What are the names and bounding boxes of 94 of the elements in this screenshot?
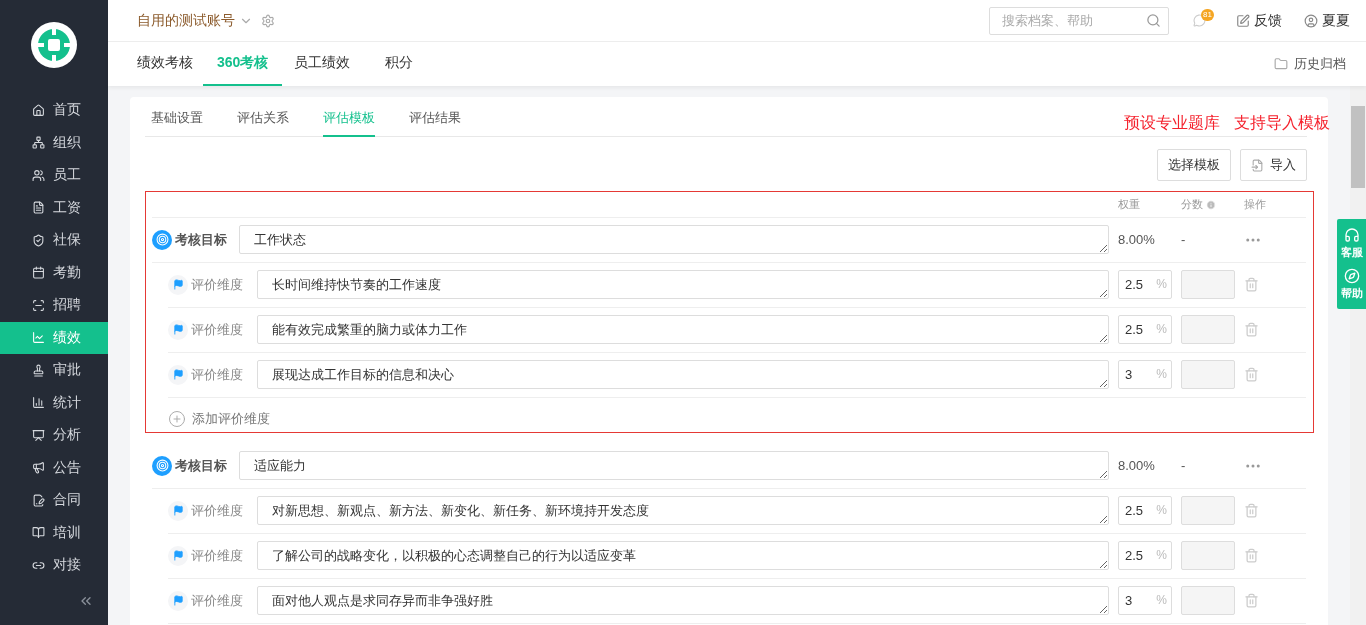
account-name[interactable]: 自用的测试账号: [137, 11, 235, 30]
import-icon: [1251, 158, 1264, 172]
tab[interactable]: 评估关系: [237, 105, 289, 137]
scrollbar-thumb[interactable]: [1351, 106, 1365, 188]
goal-label: 考核目标: [175, 230, 227, 249]
archive-link[interactable]: 历史归档: [1274, 42, 1346, 86]
folder-icon: [1274, 57, 1288, 71]
search-field[interactable]: 搜索档案、帮助: [989, 6, 1170, 35]
dimension-label: 评价维度: [191, 591, 243, 610]
dimension-field[interactable]: 对新思想、新观点、新方法、新变化、新任务、新环境持开发态度: [257, 496, 1109, 525]
sidebar-item-icon: [32, 363, 45, 377]
dimension-label: 评价维度: [191, 320, 243, 339]
tab[interactable]: 基础设置: [151, 105, 203, 137]
dimension-field[interactable]: 能有效完成繁重的脑力或体力工作: [257, 315, 1109, 344]
flag-icon: [168, 545, 188, 566]
sidebar-item[interactable]: 公告: [0, 451, 108, 484]
edit-icon: [1236, 13, 1250, 28]
sidebar-item[interactable]: 组织: [0, 126, 108, 159]
target-icon: [152, 455, 172, 476]
sidebar-item[interactable]: 对接: [0, 549, 108, 582]
user-menu[interactable]: 夏夏: [1304, 11, 1350, 30]
score-text: -: [1181, 458, 1187, 473]
sidebar-item-icon: [32, 168, 45, 182]
sidebar-item-icon: [32, 298, 45, 312]
sidebar-item[interactable]: 考勤: [0, 256, 108, 289]
percent-unit: %: [1156, 548, 1167, 562]
column-header: 权重: [1118, 197, 1141, 212]
dimension-label: 评价维度: [191, 365, 243, 384]
sidebar-item[interactable]: 首页: [0, 94, 108, 127]
sidebar-item[interactable]: 分析: [0, 419, 108, 452]
sidebar-item-icon: [32, 396, 45, 410]
choose-template-button[interactable]: 选择模板: [1157, 149, 1231, 181]
annotation-text: 支持导入模板: [1234, 113, 1330, 133]
sidebar-item[interactable]: 审批: [0, 354, 108, 387]
sidebar-item-icon: [32, 493, 45, 507]
search-icon[interactable]: [1146, 12, 1162, 28]
sidebar-item[interactable]: 统计: [0, 386, 108, 419]
weight-text: 8.00%: [1118, 232, 1156, 247]
goal-field[interactable]: 适应能力: [239, 451, 1109, 480]
flag-icon: [168, 364, 188, 385]
sidebar-item[interactable]: 招聘: [0, 289, 108, 322]
sidebar-item[interactable]: 培训: [0, 516, 108, 549]
flag-icon: [168, 500, 188, 521]
sidebar-item-icon: [32, 136, 45, 150]
tab[interactable]: 员工绩效: [294, 42, 351, 86]
tab[interactable]: 绩效考核: [137, 42, 193, 86]
import-button[interactable]: 导入: [1240, 149, 1307, 181]
sidebar-item-icon: [32, 526, 45, 540]
dimension-field[interactable]: 长时间维持快节奏的工作速度: [257, 270, 1109, 299]
plus-icon: [168, 410, 186, 428]
column-header: 分数: [1181, 197, 1235, 212]
sidebar-item-icon: [32, 461, 45, 475]
dimension-label: 评价维度: [191, 275, 243, 294]
sidebar-item-icon: [32, 103, 45, 117]
info-icon[interactable]: [1206, 199, 1216, 210]
dimension-field[interactable]: 面对他人观点是求同存异而非争强好胜: [257, 586, 1109, 615]
flag-icon: [168, 590, 188, 611]
target-icon: [152, 229, 172, 250]
sidebar-item-icon: [32, 428, 45, 442]
sidebar-item-icon: [32, 331, 45, 345]
percent-unit: %: [1156, 322, 1167, 336]
annotation-text: 预设专业题库: [1124, 113, 1220, 133]
tab[interactable]: 积分: [374, 42, 425, 86]
weight-text: 8.00%: [1118, 458, 1156, 473]
logo-icon: [31, 22, 77, 68]
percent-unit: %: [1156, 593, 1167, 607]
dimension-label: 评价维度: [191, 546, 243, 565]
sidebar-item-icon: [32, 233, 45, 247]
flag-icon: [168, 274, 188, 295]
notification-badge: 81: [1201, 8, 1214, 21]
sidebar-item[interactable]: 社保: [0, 224, 108, 257]
score-text: -: [1181, 232, 1187, 247]
sidebar-item-icon: [32, 201, 45, 215]
add-dimension-button[interactable]: 添加评价维度: [152, 398, 270, 432]
goal-field[interactable]: 工作状态: [239, 225, 1109, 254]
sidebar-item-icon: [32, 266, 45, 280]
tab[interactable]: 评估结果: [409, 105, 461, 137]
flag-icon: [168, 319, 188, 340]
dimension-label: 评价维度: [191, 501, 243, 520]
column-header: 操作: [1244, 197, 1267, 212]
dimension-field[interactable]: 了解公司的战略变化，以积极的心态调整自己的行为以适应变革: [257, 541, 1109, 570]
percent-unit: %: [1156, 367, 1167, 381]
percent-unit: %: [1156, 277, 1167, 291]
sidebar-item[interactable]: 员工: [0, 159, 108, 192]
goal-label: 考核目标: [175, 456, 227, 475]
headset-icon: [1343, 227, 1360, 243]
sidebar-item[interactable]: 工资: [0, 191, 108, 224]
feedback-link[interactable]: 反馈: [1236, 11, 1282, 30]
sidebar-item[interactable]: 合同: [0, 484, 108, 517]
settings-icon[interactable]: [261, 13, 275, 28]
percent-unit: %: [1156, 503, 1167, 517]
user-icon: [1304, 13, 1318, 28]
dimension-field[interactable]: 展现达成工作目标的信息和决心: [257, 360, 1109, 389]
compass-icon: [1343, 268, 1360, 284]
